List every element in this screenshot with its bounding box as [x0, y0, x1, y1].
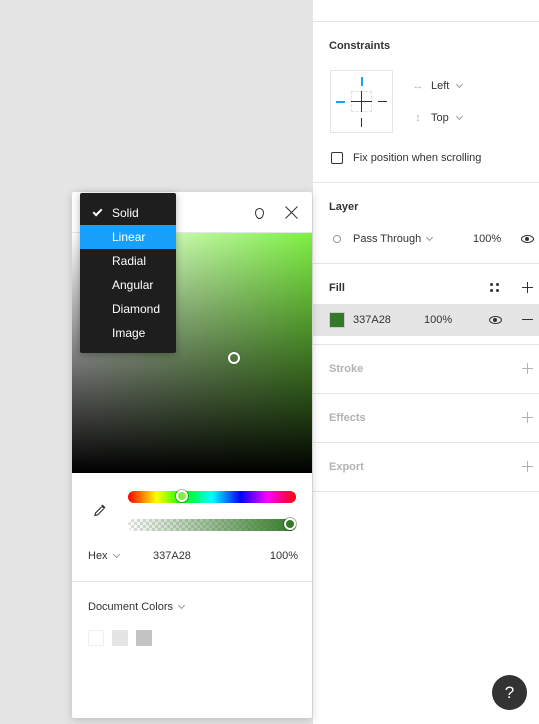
- vertical-constraint-value: Top: [431, 112, 449, 124]
- close-icon[interactable]: [284, 205, 299, 220]
- alpha-input[interactable]: 100%: [270, 550, 298, 562]
- menu-item-image[interactable]: Image: [80, 321, 176, 345]
- remove-fill-icon[interactable]: [522, 319, 533, 320]
- document-color-swatch[interactable]: [88, 630, 104, 646]
- fill-type-menu: Solid Linear Radial Angular Diamond Imag…: [80, 193, 176, 353]
- layer-title: Layer: [329, 201, 359, 213]
- constraint-bottom-handle[interactable]: [361, 118, 362, 127]
- chevron-down-icon: [112, 550, 120, 559]
- vertical-constraint-select[interactable]: ↕ Top: [411, 112, 463, 124]
- alpha-slider-handle[interactable]: [284, 518, 296, 530]
- blend-mode-value: Pass Through: [353, 233, 422, 245]
- menu-item-linear[interactable]: Linear: [80, 225, 176, 249]
- chevron-down-icon: [455, 112, 463, 121]
- chevron-down-icon: [456, 80, 464, 89]
- add-fill-icon[interactable]: [522, 282, 533, 293]
- fix-position-checkbox[interactable]: [331, 152, 343, 164]
- fill-color-swatch[interactable]: [329, 312, 345, 328]
- properties-panel: Constraints ↔ Left ↕ Top Fix position wh…: [312, 0, 539, 724]
- constraint-left-handle[interactable]: [336, 101, 345, 103]
- horizontal-constraint-select[interactable]: ↔ Left: [411, 80, 464, 92]
- horizontal-arrows-icon: ↔: [412, 80, 424, 92]
- blend-mode-icon: [333, 235, 341, 243]
- effects-title: Effects: [329, 412, 366, 424]
- fill-row[interactable]: 337A28 100%: [313, 304, 539, 336]
- fill-opacity-value[interactable]: 100%: [424, 314, 452, 326]
- constraint-top-handle[interactable]: [361, 77, 363, 86]
- alpha-slider[interactable]: [128, 519, 296, 531]
- document-colors-select[interactable]: Document Colors: [88, 601, 186, 613]
- fill-title: Fill: [329, 282, 345, 294]
- constraints-title: Constraints: [329, 40, 391, 52]
- layer-opacity-input[interactable]: 100%: [473, 233, 501, 245]
- menu-item-radial[interactable]: Radial: [80, 249, 176, 273]
- stroke-title: Stroke: [329, 363, 364, 375]
- horizontal-constraint-value: Left: [431, 80, 450, 92]
- hue-slider-handle[interactable]: [176, 490, 188, 502]
- fix-position-label: Fix position when scrolling: [353, 152, 482, 164]
- top-section-fragment: [313, 0, 539, 22]
- hex-input[interactable]: 337A28: [153, 550, 191, 562]
- chevron-down-icon: [426, 233, 434, 242]
- layer-section: Layer Pass Through 100%: [313, 183, 539, 264]
- eye-icon[interactable]: [489, 316, 502, 324]
- add-export-icon[interactable]: [522, 461, 533, 472]
- eye-icon[interactable]: [521, 235, 534, 243]
- vertical-arrows-icon: ↕: [415, 112, 421, 124]
- stroke-section: Stroke: [313, 345, 539, 394]
- effects-section: Effects: [313, 394, 539, 443]
- chevron-down-icon: [177, 601, 186, 610]
- export-title: Export: [329, 461, 364, 473]
- blend-mode-select[interactable]: Pass Through: [353, 233, 434, 245]
- menu-item-solid[interactable]: Solid: [80, 201, 176, 225]
- help-button[interactable]: ?: [492, 675, 527, 710]
- check-icon: [92, 206, 103, 217]
- constraints-section: Constraints ↔ Left ↕ Top Fix position wh…: [313, 22, 539, 183]
- export-section: Export: [313, 443, 539, 492]
- constraint-widget[interactable]: [330, 70, 393, 133]
- document-colors-section: Document Colors: [72, 581, 312, 646]
- eyedropper-icon[interactable]: [92, 502, 108, 518]
- document-color-swatch[interactable]: [136, 630, 152, 646]
- menu-item-angular[interactable]: Angular: [80, 273, 176, 297]
- menu-item-diamond[interactable]: Diamond: [80, 297, 176, 321]
- hue-slider[interactable]: [128, 491, 296, 503]
- color-handle[interactable]: [228, 352, 240, 364]
- styles-grid-icon[interactable]: [490, 283, 500, 293]
- color-value-row: Hex 337A28 100%: [88, 550, 298, 564]
- add-effect-icon[interactable]: [522, 412, 533, 423]
- document-color-swatch[interactable]: [112, 630, 128, 646]
- add-stroke-icon[interactable]: [522, 363, 533, 374]
- constraint-right-handle[interactable]: [378, 101, 387, 102]
- blend-drop-icon[interactable]: [255, 208, 264, 219]
- color-model-select[interactable]: Hex: [88, 550, 120, 562]
- fill-hex-value[interactable]: 337A28: [353, 314, 391, 326]
